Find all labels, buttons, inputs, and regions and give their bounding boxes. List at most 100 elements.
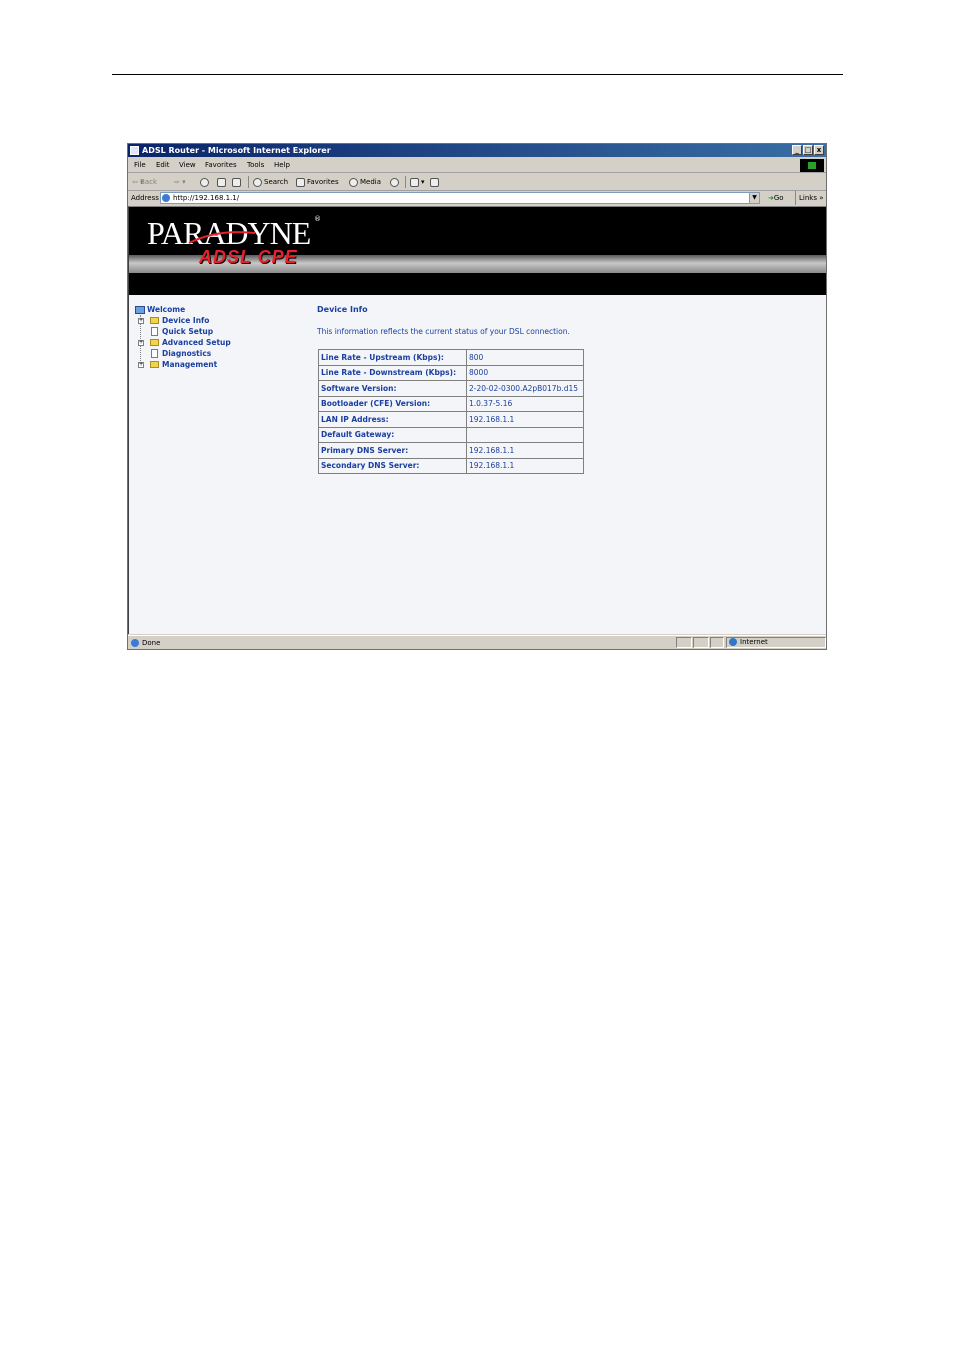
- row-value: [466, 426, 584, 443]
- window-title: ADSL Router - Microsoft Internet Explore…: [142, 146, 331, 155]
- expand-icon[interactable]: +: [138, 340, 144, 346]
- row-value: 2-20-02-0300.A2pB017b.d15: [466, 380, 584, 397]
- page-icon: [151, 327, 158, 336]
- table-row: Default Gateway:: [318, 426, 584, 443]
- history-icon[interactable]: [390, 174, 401, 190]
- toolbar: ⇦ Back ▾ ⇨ ▾ Search Favorites Media ▾: [128, 174, 826, 191]
- print-icon[interactable]: [430, 174, 441, 190]
- mail-icon[interactable]: ▾: [410, 174, 425, 190]
- row-value: 1.0.37-5.16: [466, 395, 584, 412]
- status-panel: [710, 637, 724, 648]
- status-bar: Done Internet: [128, 635, 826, 649]
- table-row: Bootloader (CFE) Version: 1.0.37-5.16: [318, 395, 584, 412]
- maximize-button[interactable]: □: [803, 145, 813, 155]
- row-label: Line Rate - Downstream (Kbps):: [318, 364, 467, 381]
- page-header-rule: [112, 74, 843, 75]
- chevron-right-icon: »: [819, 194, 824, 202]
- row-label: Default Gateway:: [318, 426, 467, 443]
- banner: PARADYNE ® ADSL CPE: [129, 207, 826, 295]
- nav-label: Welcome: [147, 305, 186, 314]
- favorites-label: Favorites: [307, 178, 339, 186]
- links-label: Links: [799, 194, 817, 202]
- menu-file[interactable]: File: [134, 158, 146, 172]
- refresh-icon[interactable]: [217, 174, 228, 190]
- row-label: Software Version:: [318, 380, 467, 397]
- expand-icon[interactable]: +: [138, 362, 144, 368]
- table-row: Software Version: 2-20-02-0300.A2pB017b.…: [318, 380, 584, 397]
- row-value: 8000: [466, 364, 584, 381]
- row-label: Bootloader (CFE) Version:: [318, 395, 467, 412]
- favorites-button[interactable]: Favorites: [296, 174, 339, 190]
- logo-swoosh-icon: [188, 231, 256, 244]
- page-icon: [162, 194, 170, 202]
- go-label: Go: [773, 194, 784, 202]
- nav-label: Quick Setup: [162, 327, 214, 336]
- globe-icon: [729, 638, 737, 646]
- table-row: Line Rate - Downstream (Kbps): 8000: [318, 364, 584, 381]
- media-icon: [349, 177, 358, 187]
- address-bar: Address http://192.168.1.1/ ▼ ➜Go Links …: [128, 191, 826, 205]
- menu-edit[interactable]: Edit: [156, 158, 170, 172]
- row-value: 192.168.1.1: [466, 457, 584, 474]
- media-button[interactable]: Media: [349, 174, 381, 190]
- ie-app-icon: [130, 146, 139, 155]
- folder-icon: [150, 339, 159, 346]
- menu-tools[interactable]: Tools: [247, 158, 264, 172]
- device-info-table: Line Rate - Upstream (Kbps): 800 Line Ra…: [318, 349, 584, 474]
- menu-favorites[interactable]: Favorites: [205, 158, 237, 172]
- table-row: Primary DNS Server: 192.168.1.1: [318, 442, 584, 459]
- page-description: This information reflects the current st…: [317, 327, 570, 336]
- status-text: Done: [131, 636, 161, 649]
- home-icon[interactable]: [232, 174, 243, 190]
- row-label: LAN IP Address:: [318, 411, 467, 428]
- go-button[interactable]: ➜Go: [768, 191, 784, 205]
- folder-icon: [150, 317, 159, 324]
- status-panel: [676, 637, 692, 648]
- status-panel: [693, 637, 709, 648]
- adsl-cpe-logo: ADSL CPE: [199, 247, 298, 267]
- nav-label: Management: [162, 360, 218, 369]
- row-label: Secondary DNS Server:: [318, 457, 467, 474]
- security-zone: Internet: [726, 637, 826, 648]
- address-value: http://192.168.1.1/: [173, 194, 240, 202]
- menu-view[interactable]: View: [179, 158, 196, 172]
- computer-icon: [135, 306, 145, 314]
- stop-icon[interactable]: [200, 174, 211, 190]
- nav-label: Advanced Setup: [162, 338, 231, 347]
- row-value: 192.168.1.1: [466, 411, 584, 428]
- menu-bar: File Edit View Favorites Tools Help: [128, 158, 826, 173]
- table-row: Secondary DNS Server: 192.168.1.1: [318, 457, 584, 474]
- minimize-button[interactable]: _: [792, 145, 802, 155]
- row-value: 192.168.1.1: [466, 442, 584, 459]
- window-controls: _ □ x: [792, 145, 824, 155]
- nav-label: Diagnostics: [162, 349, 212, 358]
- page-icon: [151, 349, 158, 358]
- forward-button[interactable]: ⇨ ▾: [174, 174, 186, 190]
- address-input[interactable]: http://192.168.1.1/ ▼: [160, 192, 760, 204]
- address-label: Address: [131, 194, 159, 202]
- favorites-icon: [296, 177, 305, 187]
- close-button[interactable]: x: [814, 145, 824, 155]
- status-label: Done: [142, 639, 161, 647]
- browser-window: ADSL Router - Microsoft Internet Explore…: [127, 143, 827, 650]
- windows-logo-icon: [800, 159, 824, 172]
- media-label: Media: [360, 178, 382, 186]
- address-dropdown-icon[interactable]: ▼: [749, 193, 759, 203]
- back-button[interactable]: ⇦ Back ▾: [132, 174, 157, 190]
- links-button[interactable]: Links »: [795, 191, 824, 205]
- toolbar-separator: [248, 176, 249, 188]
- expand-icon[interactable]: +: [138, 318, 144, 324]
- row-label: Line Rate - Upstream (Kbps):: [318, 349, 467, 366]
- page-done-icon: [131, 639, 139, 647]
- nav-label: Device Info: [162, 316, 210, 325]
- toolbar-separator: [405, 176, 406, 188]
- row-label: Primary DNS Server:: [318, 442, 467, 459]
- back-label: Back: [140, 178, 158, 186]
- menu-help[interactable]: Help: [274, 158, 290, 172]
- search-label: Search: [264, 178, 289, 186]
- search-icon: [253, 177, 262, 187]
- title-bar: ADSL Router - Microsoft Internet Explore…: [128, 144, 826, 157]
- table-row: Line Rate - Upstream (Kbps): 800: [318, 349, 584, 366]
- row-value: 800: [466, 349, 584, 366]
- search-button[interactable]: Search: [253, 174, 288, 190]
